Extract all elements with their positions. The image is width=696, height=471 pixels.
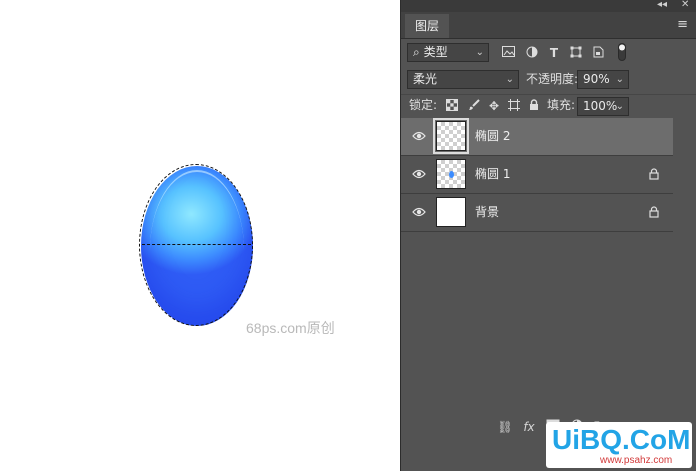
filter-kind-dropdown[interactable]: ⌕ 类型 ⌄ [407, 43, 489, 62]
hamburger-icon[interactable]: ≡ [677, 17, 688, 32]
layer-thumbnail[interactable] [436, 197, 466, 227]
layers-scrollbar[interactable] [673, 118, 696, 418]
panel-tabbar: 图层 ≡ [401, 12, 696, 39]
lock-transparent-pixels-icon[interactable] [445, 99, 459, 113]
blend-mode-value: 柔光 [413, 72, 438, 86]
selection-marquee [139, 164, 253, 326]
layer-filter-row: ⌕ 类型 ⌄ T [401, 40, 696, 66]
fill-label: 填充: [547, 98, 576, 112]
layer-thumbnail[interactable] [433, 118, 469, 154]
eye-icon[interactable] [412, 130, 426, 142]
selection-marquee-cut [142, 244, 251, 245]
chevron-down-icon: ⌄ [615, 74, 624, 85]
smart-object-filter-icon[interactable] [591, 46, 605, 60]
layer-name[interactable]: 椭圆 1 [475, 156, 510, 193]
layer-row-background[interactable]: 背景 [401, 194, 673, 232]
shape-filter-icon[interactable] [569, 46, 583, 60]
panel-titlebar: ◂◂ ✕ [401, 0, 696, 12]
artboard-lock-icon[interactable] [507, 99, 521, 113]
filter-kind-value: 类型 [423, 45, 448, 59]
layer-name[interactable]: 椭圆 2 [475, 118, 510, 155]
lock-all-icon[interactable] [527, 99, 541, 113]
lock-icon [649, 206, 659, 218]
collapse-panel-button[interactable]: ◂◂ [657, 0, 667, 10]
site-logo: UiBQ.CoM www.psahz.com [546, 422, 692, 468]
logo-main-text: UiBQ.CoM [552, 424, 691, 455]
close-panel-button[interactable]: ✕ [681, 0, 689, 10]
brush-icon[interactable] [467, 99, 481, 113]
layer-thumbnail[interactable] [436, 159, 466, 189]
layers-list: 椭圆 2 椭圆 1 背景 [401, 118, 673, 232]
blend-mode-dropdown[interactable]: 柔光 ⌄ [407, 70, 519, 89]
ellipse-thumbnail-icon [449, 171, 454, 178]
chevron-down-icon: ⌄ [615, 101, 624, 112]
tab-layers[interactable]: 图层 [405, 14, 450, 38]
layers-panel: ◂◂ ✕ 图层 ≡ ⌕ 类型 ⌄ T 柔光 ⌄ 不透明度: 90% ⌄ 锁定: … [400, 0, 696, 471]
search-icon: ⌕ [413, 45, 420, 59]
watermark-text: 68ps.com原创 [246, 320, 335, 336]
type-filter-icon[interactable]: T [547, 46, 561, 60]
pixel-filter-icon[interactable] [501, 46, 515, 60]
opacity-value: 90% [583, 72, 610, 86]
logo-sub-text: www.psahz.com [600, 455, 673, 466]
fill-field[interactable]: 100% ⌄ [577, 97, 629, 116]
document-canvas[interactable]: 68ps.com原创 [0, 0, 400, 471]
layer-row-ellipse-1[interactable]: 椭圆 1 [401, 156, 673, 194]
opacity-label: 不透明度: [526, 72, 579, 86]
eye-icon[interactable] [412, 206, 426, 218]
lock-icon [649, 168, 659, 180]
adjustment-filter-icon[interactable] [525, 46, 539, 60]
fill-value: 100% [583, 99, 618, 113]
blend-opacity-row: 柔光 ⌄ 不透明度: 90% ⌄ [401, 68, 696, 92]
lock-label: 锁定: [409, 98, 438, 112]
link-icon[interactable]: ⛓ [497, 419, 513, 435]
chevron-down-icon: ⌄ [505, 74, 514, 85]
eye-icon[interactable] [412, 168, 426, 180]
layer-row-ellipse-2[interactable]: 椭圆 2 [401, 118, 673, 156]
opacity-field[interactable]: 90% ⌄ [577, 70, 629, 89]
move-icon[interactable]: ✥ [487, 99, 501, 113]
fx-icon[interactable]: fx [521, 419, 537, 435]
chevron-down-icon: ⌄ [475, 47, 484, 58]
layer-name[interactable]: 背景 [475, 194, 499, 231]
lock-fill-row: 锁定: ✥ 填充: 100% ⌄ [401, 94, 696, 119]
filter-toggle-icon[interactable] [615, 43, 629, 61]
